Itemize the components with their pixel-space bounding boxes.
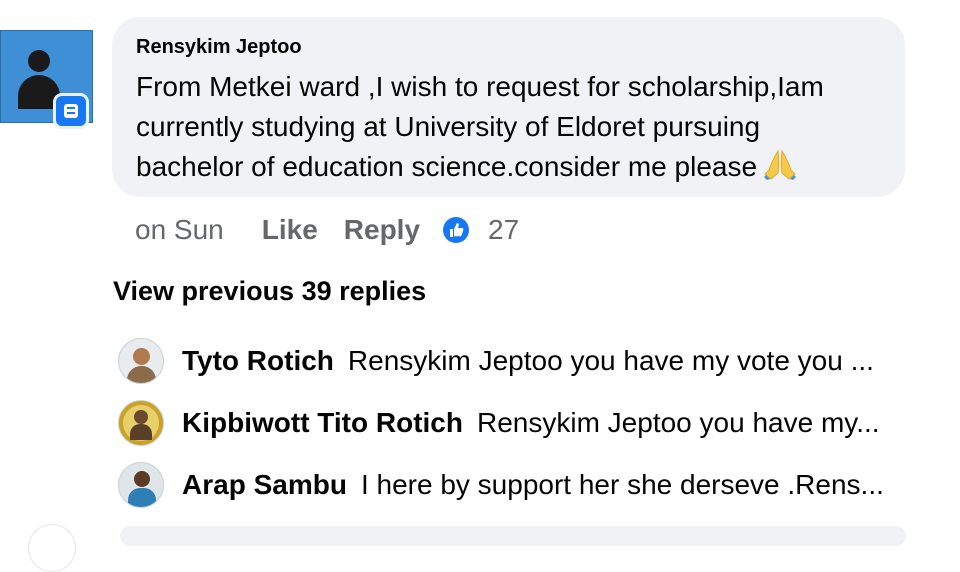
comment-line: currently studying at University of Eldo… [136, 111, 761, 142]
reply-item[interactable]: Tyto Rotich Rensykim Jeptoo you have my … [118, 337, 874, 385]
reply-snippet[interactable]: I here by support her she derseve .Rens.… [361, 469, 884, 501]
reply-item[interactable]: Kipbiwott Tito Rotich Rensykim Jeptoo yo… [118, 399, 880, 447]
reply-avatar[interactable] [118, 462, 164, 508]
partial-avatar [28, 524, 76, 572]
message-badge-icon [53, 93, 89, 129]
comment-bubble: Rensykim Jeptoo From Metkei ward ,I wish… [112, 17, 905, 197]
reply-author[interactable]: Kipbiwott Tito Rotich [182, 407, 463, 439]
view-previous-replies-link[interactable]: View previous 39 replies [113, 276, 426, 307]
partial-comment-bubble [120, 526, 906, 546]
reply-author[interactable]: Tyto Rotich [182, 345, 334, 377]
like-button[interactable]: Like [262, 214, 318, 246]
reply-snippet[interactable]: Rensykim Jeptoo you have my vote you ... [348, 345, 874, 377]
reaction-count[interactable]: 27 [488, 214, 519, 246]
comment-text: From Metkei ward ,I wish to request for … [136, 67, 881, 187]
folded-hands-icon [764, 149, 797, 180]
reply-avatar[interactable] [118, 400, 164, 446]
comment-author[interactable]: Rensykim Jeptoo [136, 35, 881, 59]
comment-line: bachelor of education science.consider m… [136, 147, 881, 187]
reply-item[interactable]: Arap Sambu I here by support her she der… [118, 461, 884, 509]
comment-line-text: bachelor of education science.consider m… [136, 151, 758, 182]
comment-timestamp[interactable]: on Sun [135, 214, 224, 246]
commenter-avatar[interactable] [0, 30, 93, 129]
comment-line: From Metkei ward ,I wish to request for … [136, 71, 824, 102]
reply-avatar[interactable] [118, 338, 164, 384]
reply-snippet[interactable]: Rensykim Jeptoo you have my... [477, 407, 880, 439]
reply-button[interactable]: Reply [344, 214, 420, 246]
thumbs-up-icon[interactable] [442, 216, 470, 244]
comment-actions: on Sun Like Reply 27 [135, 212, 519, 248]
person-head-shape [28, 50, 50, 72]
reply-author[interactable]: Arap Sambu [182, 469, 347, 501]
